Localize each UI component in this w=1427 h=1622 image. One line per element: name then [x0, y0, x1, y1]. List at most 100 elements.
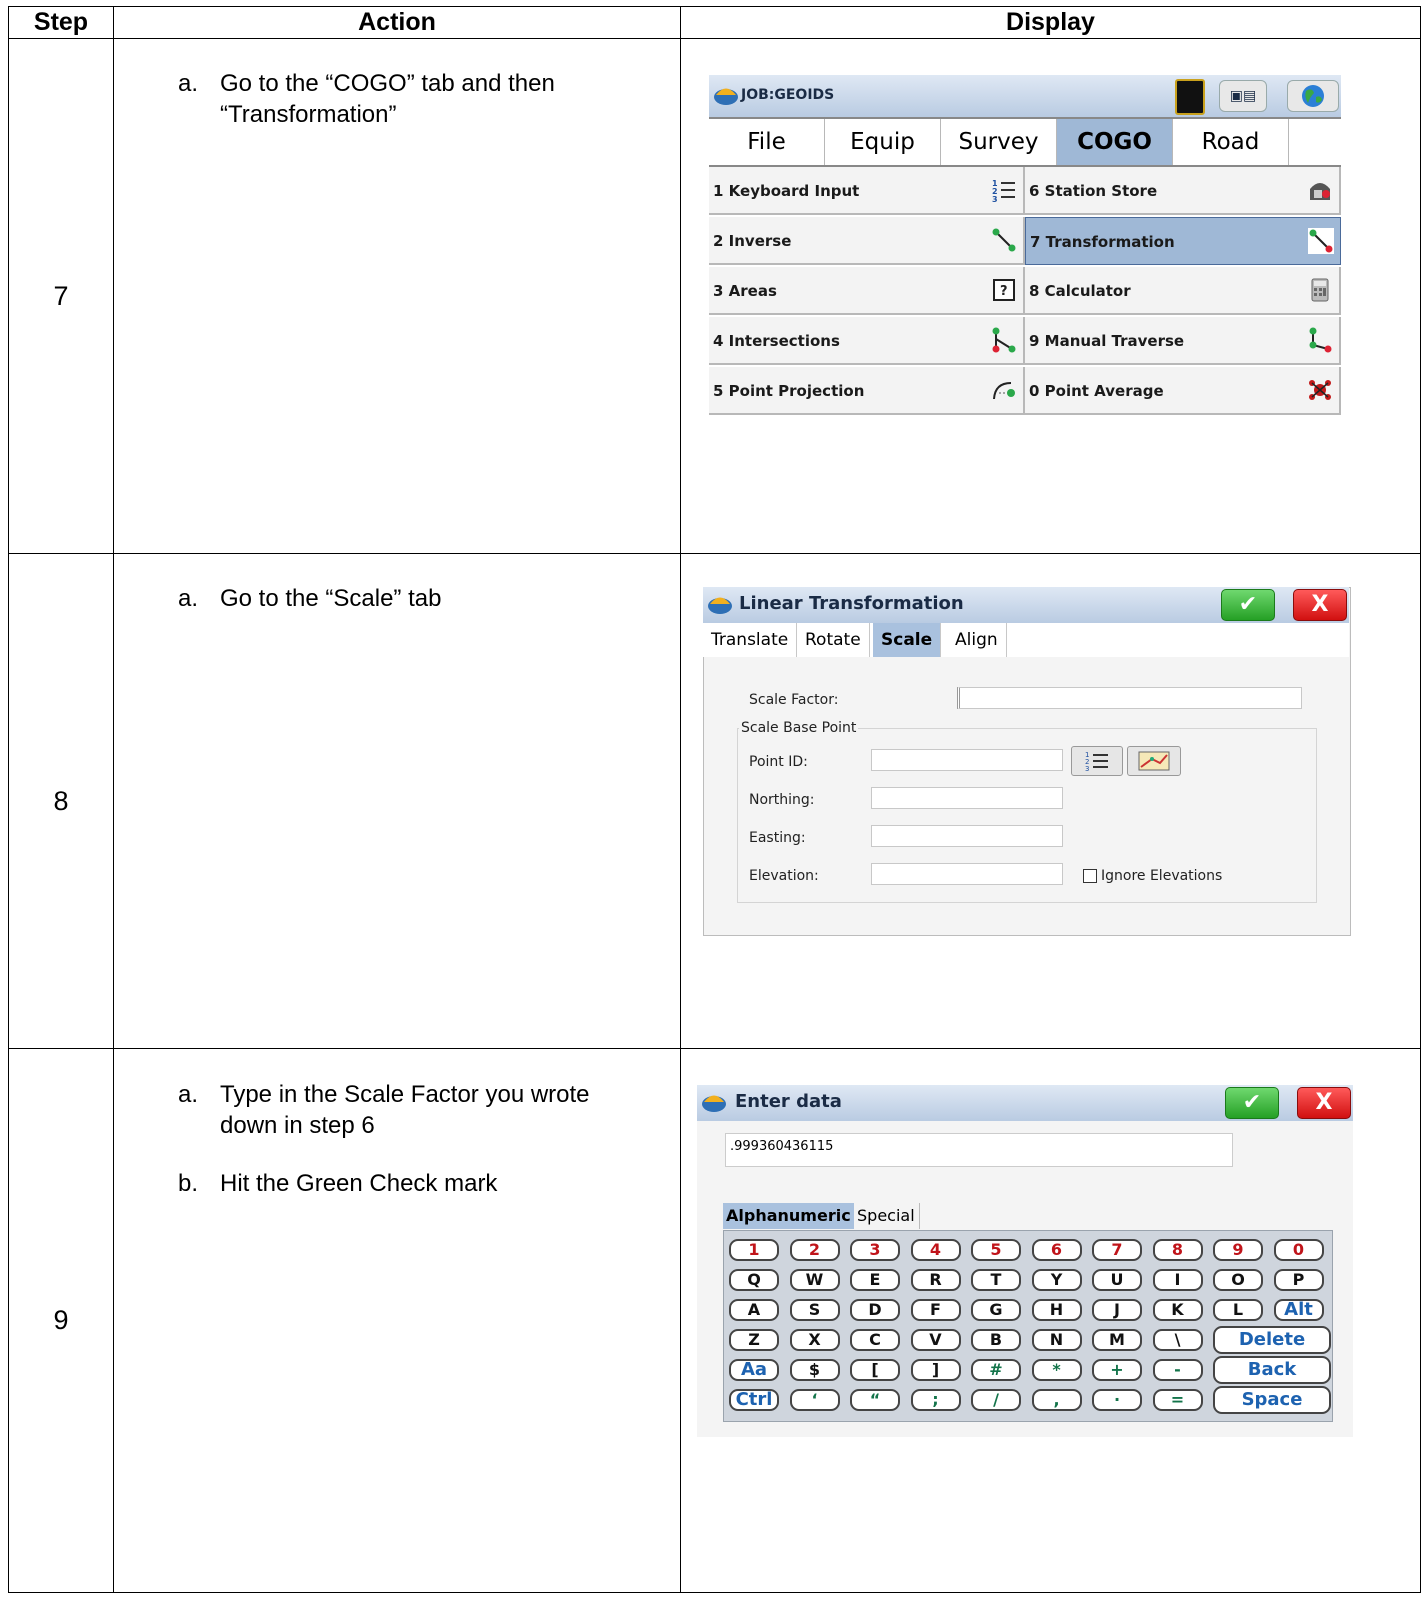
key-·[interactable]: ·	[1092, 1389, 1142, 1411]
step-row-8: 8 a. Go to the “Scale” tab Linear Transf…	[8, 553, 1421, 1049]
key-x[interactable]: X	[789, 1329, 840, 1351]
scale-factor-input[interactable]	[957, 687, 1302, 709]
point-id-input[interactable]	[871, 749, 1063, 771]
key-b[interactable]: B	[971, 1329, 1021, 1351]
key-8[interactable]: 8	[1152, 1239, 1203, 1261]
northing-input[interactable]	[871, 787, 1063, 809]
key-0[interactable]: 0	[1273, 1239, 1324, 1261]
key-*[interactable]: *	[1031, 1359, 1082, 1381]
menu-keyboard-input[interactable]: 1 Keyboard Input 123	[709, 167, 1025, 215]
tab-equip[interactable]: Equip	[825, 119, 941, 165]
key-“[interactable]: “	[850, 1389, 900, 1411]
key-ctrl[interactable]: Ctrl	[729, 1389, 779, 1411]
key-d[interactable]: D	[850, 1299, 900, 1321]
point-list-button[interactable]: 123	[1071, 746, 1123, 776]
ok-button[interactable]: ✔	[1221, 589, 1275, 621]
key-o[interactable]: O	[1213, 1269, 1263, 1291]
key-alt[interactable]: Alt	[1273, 1299, 1324, 1321]
menu-point-projection[interactable]: 5 Point Projection	[709, 367, 1025, 415]
key-#[interactable]: #	[971, 1359, 1021, 1381]
key-5[interactable]: 5	[971, 1239, 1021, 1261]
tab-file[interactable]: File	[709, 119, 825, 165]
easting-input[interactable]	[871, 825, 1063, 847]
ignore-elevations-checkbox[interactable]	[1083, 869, 1097, 883]
key-‘[interactable]: ‘	[789, 1389, 840, 1411]
key-][interactable]: ]	[910, 1359, 961, 1381]
key-j[interactable]: J	[1092, 1299, 1142, 1321]
menu-transformation[interactable]: 7 Transformation	[1025, 217, 1341, 265]
key-m[interactable]: M	[1092, 1329, 1142, 1351]
key-v[interactable]: V	[910, 1329, 961, 1351]
key-c[interactable]: C	[850, 1329, 900, 1351]
tab-alphanumeric[interactable]: Alphanumeric	[723, 1203, 854, 1229]
menu-areas[interactable]: 3 Areas ?	[709, 267, 1025, 315]
key-=[interactable]: =	[1152, 1389, 1203, 1411]
key-q[interactable]: Q	[729, 1269, 779, 1291]
instrument-icon[interactable]: ▣▤	[1219, 80, 1267, 112]
key-4[interactable]: 4	[910, 1239, 961, 1261]
menu-label: 8 Calculator	[1029, 282, 1131, 300]
tab-align[interactable]: Align	[947, 623, 1007, 657]
key-g[interactable]: G	[971, 1299, 1021, 1321]
key-y[interactable]: Y	[1031, 1269, 1082, 1291]
menu-inverse[interactable]: 2 Inverse	[709, 217, 1025, 265]
key-l[interactable]: L	[1213, 1299, 1263, 1321]
menu-station-store[interactable]: 6 Station Store	[1025, 167, 1341, 215]
menu-point-average[interactable]: 0 Point Average	[1025, 367, 1341, 415]
cancel-button[interactable]: X	[1293, 589, 1347, 621]
key-a[interactable]: A	[729, 1299, 779, 1321]
job-title: JOB:GEOIDS	[741, 87, 835, 103]
key-;[interactable]: ;	[910, 1389, 961, 1411]
key-delete[interactable]: Delete	[1213, 1326, 1331, 1354]
key-t[interactable]: T	[971, 1269, 1021, 1291]
key-6[interactable]: 6	[1031, 1239, 1082, 1261]
menu-calculator[interactable]: 8 Calculator	[1025, 267, 1341, 315]
key-/[interactable]: /	[971, 1389, 1021, 1411]
globe-icon[interactable]	[1287, 80, 1339, 112]
key-p[interactable]: P	[1273, 1269, 1324, 1291]
key-aa[interactable]: Aa	[729, 1359, 779, 1381]
key-r[interactable]: R	[910, 1269, 961, 1291]
tab-survey[interactable]: Survey	[941, 119, 1057, 165]
key-f[interactable]: F	[910, 1299, 961, 1321]
battery-icon[interactable]	[1175, 79, 1205, 115]
key-2[interactable]: 2	[789, 1239, 840, 1261]
key-[[interactable]: [	[850, 1359, 900, 1381]
key-i[interactable]: I	[1152, 1269, 1203, 1291]
tab-special[interactable]: Special	[853, 1203, 920, 1229]
key-n[interactable]: N	[1031, 1329, 1082, 1351]
tab-rotate[interactable]: Rotate	[797, 623, 870, 657]
key-space[interactable]: Space	[1213, 1386, 1331, 1414]
key-1[interactable]: 1	[729, 1239, 779, 1261]
northing-label: Northing:	[749, 792, 815, 808]
key-h[interactable]: H	[1031, 1299, 1082, 1321]
key-u[interactable]: U	[1092, 1269, 1142, 1291]
key-k[interactable]: K	[1152, 1299, 1203, 1321]
tab-scale[interactable]: Scale	[873, 623, 942, 657]
data-input[interactable]: .999360436115	[725, 1133, 1233, 1167]
key-z[interactable]: Z	[729, 1329, 779, 1351]
key-3[interactable]: 3	[850, 1239, 900, 1261]
tab-cogo[interactable]: COGO	[1057, 119, 1173, 165]
tab-translate[interactable]: Translate	[703, 623, 798, 657]
key-\[interactable]: \	[1152, 1329, 1203, 1351]
traverse-icon	[1309, 327, 1332, 353]
key-$[interactable]: $	[789, 1359, 840, 1381]
key-e[interactable]: E	[850, 1269, 900, 1291]
key-w[interactable]: W	[789, 1269, 840, 1291]
key-+[interactable]: +	[1092, 1359, 1142, 1381]
key-back-space[interactable]: Back Space	[1213, 1356, 1331, 1404]
key-s[interactable]: S	[789, 1299, 840, 1321]
key-7[interactable]: 7	[1092, 1239, 1142, 1261]
cancel-button[interactable]: X	[1297, 1087, 1351, 1119]
tab-road[interactable]: Road	[1173, 119, 1289, 165]
elevation-input[interactable]	[871, 863, 1063, 885]
menu-intersections[interactable]: 4 Intersections	[709, 317, 1025, 365]
map-pick-button[interactable]	[1127, 746, 1181, 776]
key-9[interactable]: 9	[1213, 1239, 1263, 1261]
ignore-elevations-label: Ignore Elevations	[1101, 868, 1223, 884]
key--[interactable]: -	[1152, 1359, 1203, 1381]
menu-manual-traverse[interactable]: 9 Manual Traverse	[1025, 317, 1341, 365]
ok-button[interactable]: ✔	[1225, 1087, 1279, 1119]
key-,[interactable]: ,	[1031, 1389, 1082, 1411]
